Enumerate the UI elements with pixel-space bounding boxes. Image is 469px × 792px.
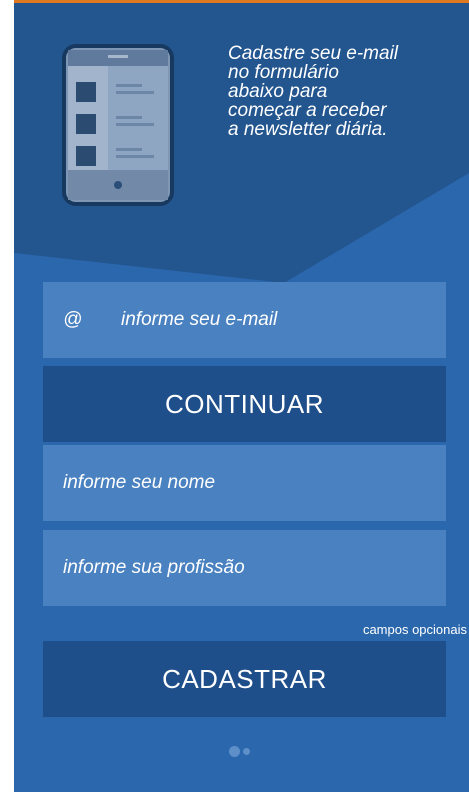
intro-line: a newsletter diária. [228, 119, 388, 140]
carousel-dot[interactable] [243, 748, 250, 755]
intro-line: no formulário [228, 62, 339, 83]
email-field[interactable]: @ informe seu e-mail [43, 282, 446, 358]
email-placeholder: informe seu e-mail [121, 309, 278, 330]
intro-line: abaixo para [228, 81, 328, 102]
intro-text: Cadastre seu e-mail no formulário abaixo… [228, 44, 464, 139]
profession-placeholder: informe sua profissão [63, 557, 245, 578]
signup-widget: Cadastre seu e-mail no formulário abaixo… [0, 0, 469, 792]
newsletter-panel: Cadastre seu e-mail no formulário abaixo… [14, 0, 469, 792]
tablet-icon [62, 44, 174, 206]
intro-line: começar a receber [228, 100, 387, 121]
continue-button[interactable]: CONTINUAR [43, 366, 446, 442]
name-placeholder: informe seu nome [63, 472, 216, 493]
name-field[interactable]: informe seu nome [43, 445, 446, 521]
optional-fields-note: campos opcionais [362, 622, 467, 637]
submit-button[interactable]: CADASTRAR [43, 641, 446, 717]
intro-line: Cadastre seu e-mail [228, 43, 399, 64]
at-icon: @ [63, 309, 83, 330]
carousel-dot-active[interactable] [229, 746, 240, 757]
carousel-dots [229, 746, 250, 757]
profession-field[interactable]: informe sua profissão [43, 530, 446, 606]
